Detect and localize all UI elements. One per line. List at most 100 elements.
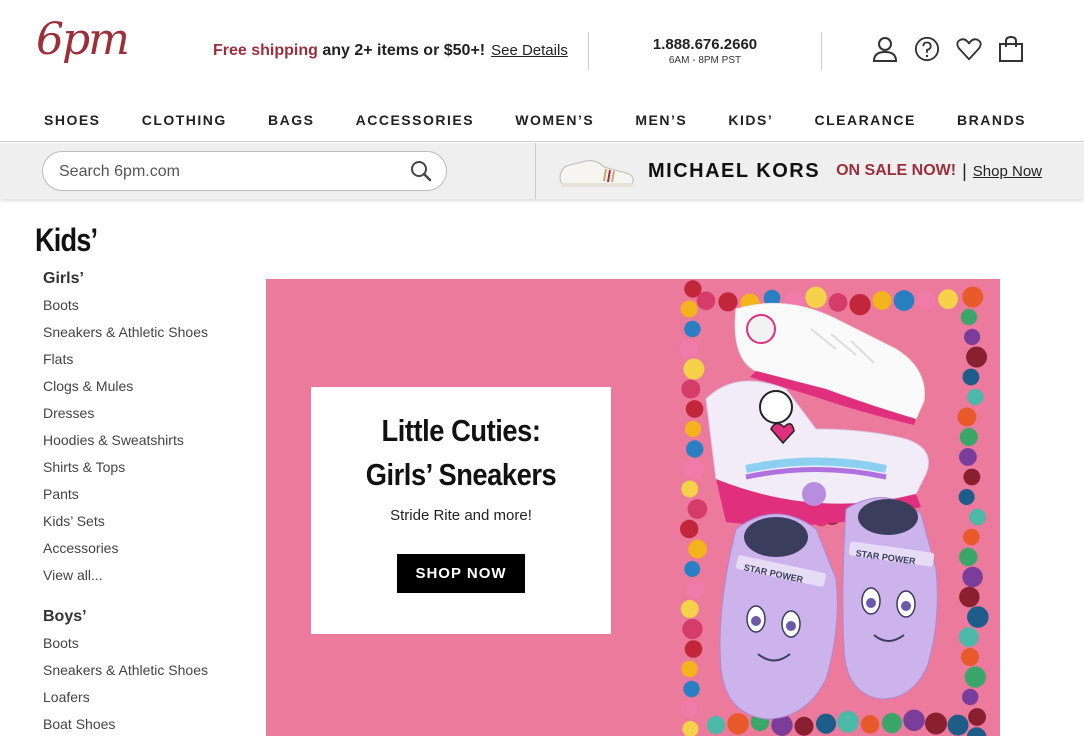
pom-pom — [964, 328, 981, 346]
michael-kors-promo[interactable]: MICHAEL KORS ON SALE NOW! | Shop Now — [556, 151, 1042, 191]
pom-pom — [958, 488, 975, 506]
nav-accessories[interactable]: ACCESSORIES — [356, 112, 474, 128]
pom-pom — [958, 627, 979, 647]
sidebar-girls: Girls’ Boots Sneakers & Athletic Shoes F… — [43, 270, 208, 593]
pom-pom — [681, 480, 699, 498]
cart-bag-icon[interactable] — [998, 34, 1024, 64]
search-box — [42, 151, 447, 191]
support-hours: 6AM - 8PM PST — [668, 55, 742, 66]
search-icon[interactable] — [410, 160, 432, 182]
phone-number[interactable]: 1.888.676.2660 — [630, 36, 780, 53]
sneaker-thumbnail — [556, 151, 636, 191]
hero-banner[interactable]: Little Cuties: Girls’ Sneakers Stride Ri… — [266, 279, 1000, 736]
shop-now-link[interactable]: Shop Now — [973, 163, 1042, 180]
sidebar-item[interactable]: Boat Shoes — [43, 715, 208, 736]
sidebar-item[interactable]: Kids’ Sets — [43, 512, 208, 539]
sidebar-item[interactable]: Boots — [43, 634, 208, 661]
header-divider — [821, 32, 822, 70]
sidebar-item[interactable]: Clogs & Mules — [43, 377, 208, 404]
nav-brands[interactable]: BRANDS — [957, 112, 1026, 128]
site-logo[interactable]: 6pm — [36, 14, 130, 65]
nav-clothing[interactable]: CLOTHING — [142, 112, 227, 128]
pom-pom — [828, 293, 848, 312]
search-divider — [535, 143, 536, 199]
favorites-heart-icon[interactable] — [956, 34, 982, 64]
pom-pom — [959, 547, 978, 567]
pom-pom — [893, 290, 915, 311]
pom-pom — [686, 440, 704, 458]
pom-pom — [903, 709, 925, 732]
pom-pom — [960, 308, 978, 326]
pom-pom — [718, 292, 738, 312]
pom-pom — [687, 499, 708, 519]
sidebar-item[interactable]: Dresses — [43, 404, 208, 431]
hero-title: Little Cuties: Girls’ Sneakers — [365, 413, 557, 492]
pom-pom — [966, 727, 987, 736]
sidebar-boys: Boys’ Boots Sneakers & Athletic Shoes Lo… — [43, 608, 208, 736]
header-divider — [588, 32, 589, 70]
pom-pom — [794, 716, 814, 736]
contact-info: 1.888.676.2660 6AM - 8PM PST — [630, 36, 780, 66]
pom-pom — [682, 720, 699, 736]
pom-pom — [837, 710, 859, 733]
sidebar-item[interactable]: Accessories — [43, 539, 208, 566]
header-icons — [872, 34, 1024, 64]
sidebar-item[interactable]: Boots — [43, 296, 208, 323]
sidebar-item[interactable]: Shirts & Tops — [43, 458, 208, 485]
promo-text: any 2+ items or $50+! — [317, 42, 486, 59]
see-details-link[interactable]: See Details — [491, 42, 568, 59]
pom-pom — [683, 358, 705, 380]
pom-pom — [962, 566, 983, 588]
pom-pom — [963, 468, 981, 486]
site-header: 6pm Free shipping any 2+ items or $50+! S… — [0, 0, 1084, 98]
pom-pom — [925, 712, 947, 735]
sidebar-item[interactable]: Sneakers & Athletic Shoes — [43, 661, 208, 688]
hero-card: Little Cuties: Girls’ Sneakers Stride Ri… — [311, 387, 611, 634]
pom-pom — [685, 400, 704, 418]
pom-pom — [916, 290, 936, 311]
pom-pom — [959, 427, 978, 447]
pom-pom — [964, 666, 986, 688]
promo-highlight: Free shipping — [213, 42, 318, 59]
sidebar-view-all[interactable]: View all... — [43, 566, 208, 593]
help-icon[interactable] — [914, 34, 940, 64]
pom-pom — [679, 519, 699, 539]
pom-pom — [680, 700, 698, 718]
nav-mens[interactable]: MEN’S — [635, 112, 687, 128]
pom-pom — [684, 560, 701, 578]
pom-pom — [947, 714, 969, 736]
pom-pom — [680, 300, 698, 318]
page-title: Kids’ — [35, 222, 98, 258]
pom-pom — [805, 286, 827, 309]
nav-kids[interactable]: KIDS’ — [728, 112, 773, 128]
pom-pom — [684, 640, 703, 658]
promo-sale-text: ON SALE NOW! — [836, 162, 957, 179]
pom-pom — [967, 388, 984, 406]
pom-pom — [967, 606, 989, 628]
pom-pom — [682, 618, 703, 640]
pom-pom — [681, 379, 701, 399]
pom-pom — [727, 713, 749, 735]
main-nav: SHOES CLOTHING BAGS ACCESSORIES WOMEN’S … — [0, 98, 1084, 142]
sidebar-heading-boys[interactable]: Boys’ — [43, 608, 208, 626]
sidebar-item[interactable]: Flats — [43, 350, 208, 377]
sidebar-item[interactable]: Hoodies & Sweatshirts — [43, 431, 208, 458]
nav-clearance[interactable]: CLEARANCE — [814, 112, 915, 128]
nav-womens[interactable]: WOMEN’S — [515, 112, 594, 128]
sidebar-item[interactable]: Loafers — [43, 688, 208, 715]
pom-pom — [881, 712, 903, 734]
pom-pom — [849, 293, 871, 316]
shop-now-button[interactable]: SHOP NOW — [397, 554, 525, 593]
nav-shoes[interactable]: SHOES — [44, 112, 101, 128]
pom-pom — [683, 458, 704, 480]
pom-pom — [963, 528, 980, 546]
search-input[interactable] — [59, 161, 399, 183]
sidebar-item[interactable]: Pants — [43, 485, 208, 512]
nav-bags[interactable]: BAGS — [268, 112, 314, 128]
pom-pom — [938, 289, 958, 310]
sidebar-heading-girls[interactable]: Girls’ — [43, 270, 208, 288]
pom-pom — [962, 368, 980, 386]
account-icon[interactable] — [872, 34, 898, 64]
pom-pom — [696, 291, 716, 311]
sidebar-item[interactable]: Sneakers & Athletic Shoes — [43, 323, 208, 350]
